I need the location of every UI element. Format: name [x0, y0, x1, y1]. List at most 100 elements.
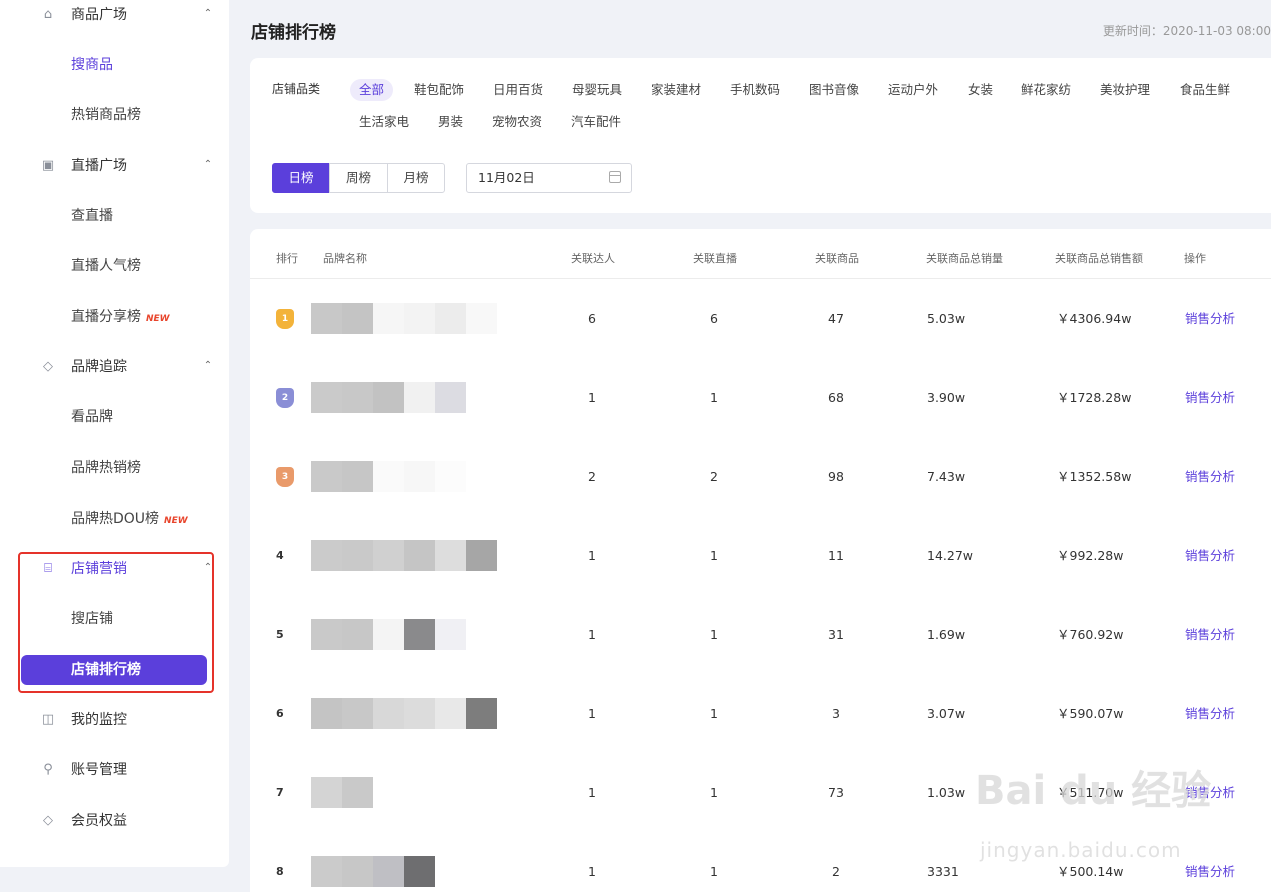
category-chip[interactable]: 食品生鲜	[1180, 79, 1230, 101]
date-picker[interactable]: 11月02日	[466, 163, 632, 193]
nav-group-label: 会员权益	[71, 813, 127, 829]
category-chip[interactable]: 美妆护理	[1100, 79, 1150, 101]
sidebar-item-brand-dou[interactable]: 品牌热DOU榜 NEW	[0, 494, 229, 544]
sales-analysis-link[interactable]: 销售分析	[1185, 516, 1235, 595]
sidebar-item-live-share[interactable]: 直播分享榜 NEW	[0, 292, 229, 342]
sales-analysis-link[interactable]: 销售分析	[1185, 279, 1235, 358]
category-chip[interactable]: 母婴玩具	[572, 79, 622, 101]
sales-analysis-link[interactable]: 销售分析	[1185, 595, 1235, 674]
cell-volume: 3.90w	[927, 390, 966, 405]
category-chip[interactable]: 汽车配件	[571, 111, 621, 133]
nav-group-label: 品牌追踪	[71, 359, 127, 375]
period-tab-monthly[interactable]: 月榜	[387, 163, 445, 193]
chevron-up-icon[interactable]: ⌃	[201, 359, 215, 373]
category-chip[interactable]: 鲜花家纺	[1021, 79, 1071, 101]
rank-medal-icon: 2	[276, 388, 294, 408]
period-tab-weekly[interactable]: 周榜	[329, 163, 388, 193]
sales-analysis-link[interactable]: 销售分析	[1185, 674, 1235, 753]
brand-logo-pixelated	[311, 382, 533, 444]
cell-volume: 3331	[927, 864, 959, 879]
brand-logo-pixelated	[311, 540, 533, 602]
mosaic-tile	[311, 461, 342, 492]
mosaic-tile	[466, 777, 497, 808]
nav-group-membership[interactable]: ◇ 会员权益	[0, 796, 229, 846]
nav-group-live[interactable]: ▣ 直播广场 ⌃	[0, 141, 229, 191]
category-chip[interactable]: 运动户外	[888, 79, 938, 101]
sidebar-item-label: 热销商品榜	[71, 107, 141, 123]
rank-medal-icon: 3	[276, 467, 294, 487]
mosaic-tile	[404, 540, 435, 571]
sidebar-item-brand-hot[interactable]: 品牌热销榜	[0, 443, 229, 493]
cell-products: 73	[828, 785, 844, 800]
sidebar-item-hot-products[interactable]: 热销商品榜	[0, 90, 229, 140]
mosaic-tile	[311, 856, 342, 887]
sidebar-item-search-products[interactable]: 搜商品	[0, 40, 229, 90]
sidebar-item-live-popular[interactable]: 直播人气榜	[0, 241, 229, 291]
category-chip[interactable]: 女装	[968, 79, 993, 101]
cell-volume: 14.27w	[927, 548, 974, 563]
mosaic-tile	[342, 461, 373, 492]
date-value: 11月02日	[478, 170, 535, 185]
mosaic-tile	[342, 619, 373, 650]
nav-group-account[interactable]: ⚲ 账号管理	[0, 745, 229, 795]
table-row: 3 2 2 98 7.43w ￥1352.58w 销售分析	[250, 437, 1271, 516]
cell-influencers: 1	[588, 390, 596, 405]
sidebar-item-label: 查直播	[71, 208, 113, 224]
mosaic-tile	[373, 856, 404, 887]
category-chip-all[interactable]: 全部	[350, 79, 394, 101]
sales-analysis-link[interactable]: 销售分析	[1185, 437, 1235, 516]
category-chip[interactable]: 男装	[438, 111, 463, 133]
cell-sales: ￥992.28w	[1057, 548, 1124, 563]
mosaic-tile	[311, 540, 342, 571]
mosaic-tile	[311, 619, 342, 650]
rank-number: 7	[276, 786, 284, 799]
mosaic-tile	[435, 856, 466, 887]
watermark-text: Bai du 经验	[975, 768, 1212, 814]
new-badge: NEW	[164, 516, 188, 526]
cell-volume: 5.03w	[927, 311, 966, 326]
category-chip[interactable]: 家装建材	[651, 79, 701, 101]
mosaic-tile	[435, 619, 466, 650]
table-row: 2 1 1 68 3.90w ￥1728.28w 销售分析	[250, 358, 1271, 437]
chevron-up-icon[interactable]: ⌃	[201, 7, 215, 21]
category-chip[interactable]: 宠物农资	[492, 111, 542, 133]
highlight-annotation-box	[18, 552, 214, 693]
cell-influencers: 1	[588, 864, 596, 879]
category-chip[interactable]: 日用百货	[493, 79, 543, 101]
category-chip[interactable]: 生活家电	[359, 111, 409, 133]
sidebar-item-search-live[interactable]: 查直播	[0, 191, 229, 241]
mosaic-tile	[466, 619, 497, 650]
cell-lives: 6	[710, 311, 718, 326]
sales-analysis-link[interactable]: 销售分析	[1185, 832, 1235, 892]
mosaic-tile	[404, 856, 435, 887]
mosaic-tile	[435, 303, 466, 334]
mosaic-tile	[342, 777, 373, 808]
category-chip[interactable]: 鞋包配饰	[414, 79, 464, 101]
cell-sales: ￥590.07w	[1057, 706, 1124, 721]
nav-group-brand[interactable]: ◇ 品牌追踪 ⌃	[0, 342, 229, 392]
table-row: 5 1 1 31 1.69w ￥760.92w 销售分析	[250, 595, 1271, 674]
period-tab-daily[interactable]: 日榜	[272, 163, 330, 193]
cell-influencers: 6	[588, 311, 596, 326]
diamond-icon: ◇	[43, 813, 53, 828]
mosaic-tile	[311, 303, 342, 334]
sidebar-item-text: 直播分享榜	[71, 309, 141, 325]
category-label: 店铺品类	[272, 82, 321, 96]
sales-analysis-link[interactable]: 销售分析	[1185, 358, 1235, 437]
category-chip[interactable]: 图书音像	[809, 79, 859, 101]
cell-influencers: 1	[588, 627, 596, 642]
cell-products: 11	[828, 548, 844, 563]
category-chip[interactable]: 手机数码	[730, 79, 780, 101]
nav-group-monitor[interactable]: ◫ 我的监控	[0, 695, 229, 745]
mosaic-tile	[404, 619, 435, 650]
mosaic-tile	[466, 461, 497, 492]
cell-influencers: 1	[588, 706, 596, 721]
watermark-url: jingyan.baidu.com	[980, 838, 1182, 862]
mosaic-tile	[404, 777, 435, 808]
sidebar-item-view-brand[interactable]: 看品牌	[0, 392, 229, 442]
cell-sales: ￥1352.58w	[1057, 469, 1132, 484]
cell-products: 47	[828, 311, 844, 326]
chevron-up-icon[interactable]: ⌃	[201, 158, 215, 172]
calendar-icon[interactable]	[609, 171, 621, 183]
nav-group-products[interactable]: ⌂ 商品广场 ⌃	[0, 0, 229, 40]
